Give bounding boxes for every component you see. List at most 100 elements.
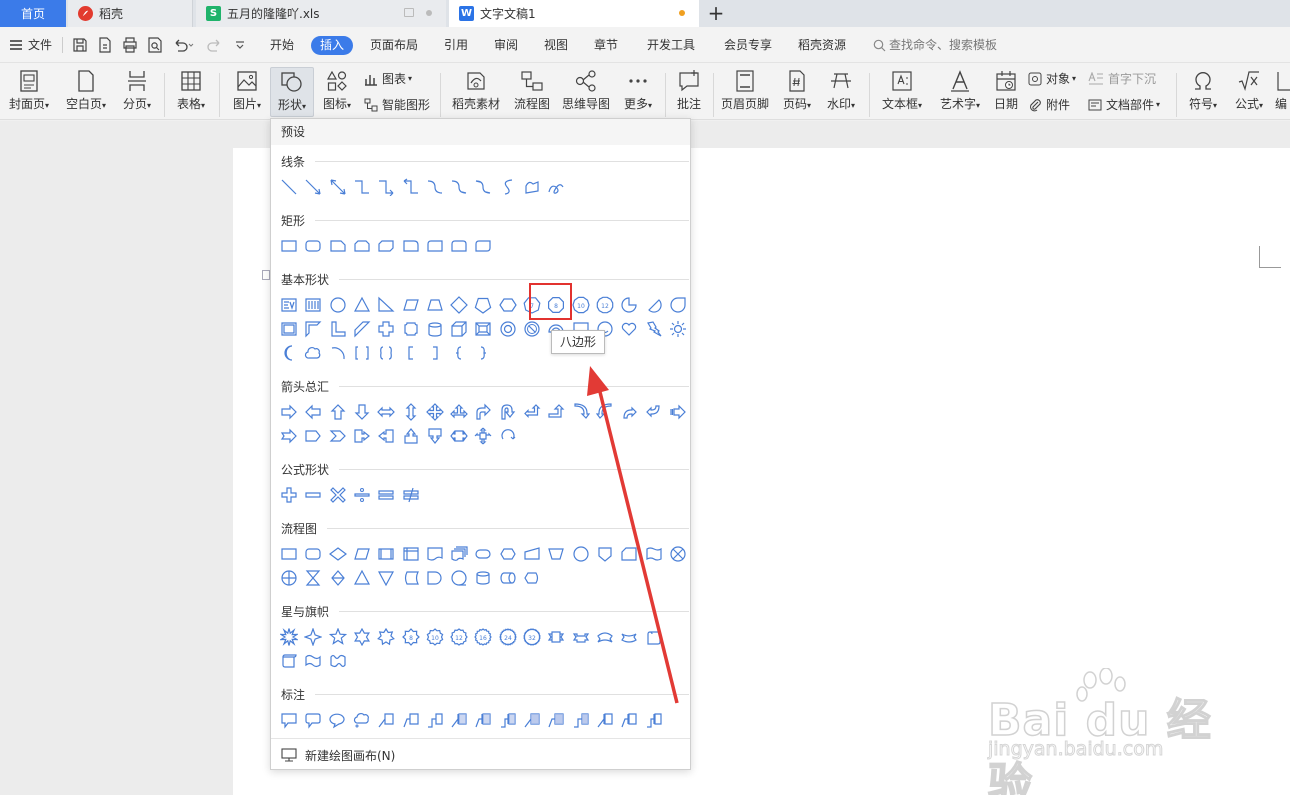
shape-button[interactable]: 形状▾ — [270, 67, 314, 117]
double-bracket-shape[interactable] — [352, 343, 372, 363]
up-arrow-shape[interactable] — [328, 402, 348, 422]
snip-same-side-rect-shape[interactable] — [352, 236, 372, 256]
vertical-textbox-shape[interactable] — [303, 295, 323, 315]
no-symbol-shape[interactable] — [522, 319, 542, 339]
chord-shape[interactable] — [644, 295, 664, 315]
rounded-rectangle-shape[interactable] — [303, 236, 323, 256]
chevron-shape[interactable] — [328, 426, 348, 446]
cloud-callout-shape[interactable] — [352, 710, 372, 730]
left-right-arrow-callout-shape[interactable] — [449, 426, 469, 446]
accent-border-callout-2-shape[interactable] — [619, 710, 639, 730]
page-break-button[interactable]: 分页▾ — [118, 67, 156, 117]
horizontal-scroll-shape[interactable] — [279, 651, 299, 671]
undo-icon[interactable] — [172, 37, 194, 53]
summing-junction-shape[interactable] — [668, 544, 688, 564]
customize-toolbar-icon[interactable] — [234, 37, 246, 53]
isosceles-triangle-shape[interactable] — [352, 295, 372, 315]
direct-access-storage-shape[interactable] — [498, 568, 518, 588]
textbox-button[interactable]: 文本框▾ — [877, 67, 927, 117]
lightning-bolt-shape[interactable] — [644, 319, 664, 339]
quad-arrow-callout-shape[interactable] — [473, 426, 493, 446]
accent-border-callout-3-shape[interactable] — [644, 710, 664, 730]
tab-xls-file[interactable]: S 五月的隆隆吖.xls — [196, 0, 446, 27]
offpage-connector-shape[interactable] — [595, 544, 615, 564]
decision-shape[interactable] — [328, 544, 348, 564]
line-shape[interactable] — [279, 177, 299, 197]
tab-daoke[interactable]: 稻壳 — [68, 0, 193, 27]
star8-shape[interactable]: 8 — [401, 627, 421, 647]
punched-tape-shape[interactable] — [644, 544, 664, 564]
header-footer-button[interactable]: 页眉页脚 — [719, 67, 771, 117]
dodecagon-shape[interactable]: 12 — [595, 295, 615, 315]
picture-button[interactable]: 图片▾ — [228, 67, 266, 117]
tab-developer[interactable]: 开发工具 — [647, 36, 695, 55]
can-shape[interactable] — [425, 319, 445, 339]
diagonal-stripe-shape[interactable] — [352, 319, 372, 339]
curved-left-arrow-shape[interactable] — [595, 402, 615, 422]
freeform-shape[interactable] — [522, 177, 542, 197]
collate-shape[interactable] — [303, 568, 323, 588]
flowchart-button[interactable]: 流程图 — [512, 67, 552, 117]
u-turn-arrow-shape[interactable] — [498, 402, 518, 422]
double-arrow-line-shape[interactable] — [328, 177, 348, 197]
print-icon[interactable] — [122, 37, 138, 53]
more-button[interactable]: 更多▾ — [619, 67, 657, 117]
double-brace-shape[interactable] — [376, 343, 396, 363]
command-search[interactable]: 查找命令、搜索模板 — [873, 36, 997, 55]
arc-shape[interactable] — [328, 343, 348, 363]
divide-shape[interactable] — [352, 485, 372, 505]
curved-connector-shape[interactable] — [425, 177, 445, 197]
sequential-access-shape[interactable] — [449, 568, 469, 588]
star32-shape[interactable]: 32 — [522, 627, 542, 647]
diamond-shape[interactable] — [449, 295, 469, 315]
bevel-shape[interactable] — [473, 319, 493, 339]
not-equal-shape[interactable] — [401, 485, 421, 505]
tab-insert[interactable]: 插入 — [311, 36, 354, 55]
rectangle-shape[interactable] — [279, 236, 299, 256]
half-frame-shape[interactable] — [303, 319, 323, 339]
up-arrow-callout-shape[interactable] — [401, 426, 421, 446]
parallelogram-shape[interactable] — [401, 295, 421, 315]
accent-border-callout-1-shape[interactable] — [595, 710, 615, 730]
line-callout-3-shape[interactable] — [425, 710, 445, 730]
explosion-shape[interactable] — [279, 627, 299, 647]
right-arrow-callout-shape[interactable] — [352, 426, 372, 446]
tab-sections[interactable]: 章节 — [594, 36, 618, 55]
new-tab-button[interactable]: + — [704, 1, 728, 25]
snip-diagonal-rect-shape[interactable] — [376, 236, 396, 256]
down-arrow-shape[interactable] — [352, 402, 372, 422]
border-callout-1-shape[interactable] — [522, 710, 542, 730]
blank-page-button[interactable]: 空白页▾ — [62, 67, 110, 117]
snip-round-rect-shape[interactable] — [425, 236, 445, 256]
icon-library-button[interactable]: 图标▾ — [318, 67, 356, 117]
border-callout-2-shape[interactable] — [546, 710, 566, 730]
predefined-process-shape[interactable] — [376, 544, 396, 564]
tab-home[interactable]: 首页 — [0, 0, 66, 27]
new-drawing-canvas-item[interactable]: 新建绘图画布(N) — [281, 745, 395, 765]
tab-start[interactable]: 开始 — [270, 36, 294, 55]
pentagon-arrow-shape[interactable] — [303, 426, 323, 446]
accent-callout-3-shape[interactable] — [498, 710, 518, 730]
bent-arrow-shape[interactable] — [473, 402, 493, 422]
star6-shape[interactable] — [352, 627, 372, 647]
left-right-up-arrow-shape[interactable] — [449, 402, 469, 422]
sun-shape[interactable] — [668, 319, 688, 339]
trapezoid-shape[interactable] — [425, 295, 445, 315]
print-preview-icon[interactable] — [147, 37, 163, 53]
scribble-shape[interactable] — [546, 177, 566, 197]
watermark-button[interactable]: 水印▾ — [822, 67, 860, 117]
merge-shape[interactable] — [376, 568, 396, 588]
snip-single-corner-rect-shape[interactable] — [328, 236, 348, 256]
accent-callout-1-shape[interactable] — [449, 710, 469, 730]
alternate-process-shape[interactable] — [303, 544, 323, 564]
date-button[interactable]: 日期 — [991, 67, 1021, 117]
cover-page-button[interactable]: 封面页▾ — [4, 67, 54, 117]
frame-shape[interactable] — [279, 319, 299, 339]
moon-shape[interactable] — [279, 343, 299, 363]
left-brace-shape[interactable] — [449, 343, 469, 363]
elbow-double-arrow-shape[interactable] — [401, 177, 421, 197]
right-triangle-shape[interactable] — [376, 295, 396, 315]
manual-input-shape[interactable] — [522, 544, 542, 564]
star7-shape[interactable] — [376, 627, 396, 647]
left-right-arrow-shape[interactable] — [376, 402, 396, 422]
